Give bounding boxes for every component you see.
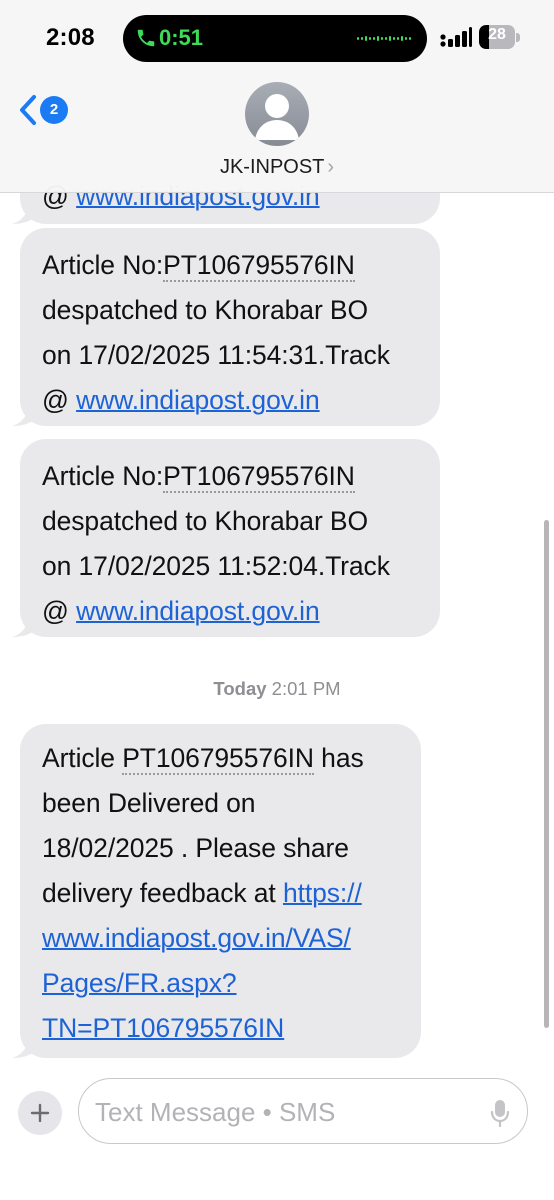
- bubble-tail: [12, 202, 36, 224]
- contact-name-button[interactable]: JK-INPOST ›: [0, 156, 554, 179]
- bubble-tail: [12, 404, 36, 426]
- message-line: delivery feedback at https://: [42, 871, 421, 916]
- scrollbar[interactable]: [544, 520, 549, 1028]
- article-number[interactable]: PT106795576IN: [122, 743, 314, 775]
- battery-nub: [516, 33, 520, 42]
- message-text-input[interactable]: [95, 1093, 475, 1131]
- message-text: Article No:: [42, 250, 164, 280]
- apps-plus-button[interactable]: [18, 1091, 62, 1135]
- status-bar: 2:08 0:51 28: [0, 0, 554, 76]
- status-time: 2:08: [46, 24, 95, 51]
- message-line: 18/02/2025 . Please share: [42, 833, 349, 863]
- phone-icon: [137, 29, 155, 47]
- battery-icon: 28: [479, 25, 521, 49]
- message-line: been Delivered on: [42, 788, 256, 818]
- dynamic-island[interactable]: 0:51: [123, 15, 427, 62]
- message-text: Article No:: [42, 461, 164, 491]
- chevron-right-icon: ›: [327, 156, 335, 178]
- waveform-icon: [357, 36, 411, 41]
- message-link[interactable]: www.indiapost.gov.in: [76, 385, 320, 415]
- message-bubble: Article No:PT106795576IN despatched to K…: [12, 228, 440, 426]
- message-link[interactable]: www.indiapost.gov.in: [76, 596, 320, 626]
- chevron-left-icon: [20, 95, 36, 125]
- contact-name: JK-INPOST: [219, 156, 325, 178]
- message-text: Article: [42, 743, 123, 773]
- timestamp-day: Today: [213, 678, 267, 699]
- message-line: on 17/02/2025 11:54:31.Track: [42, 340, 390, 370]
- message-line: @ www.indiapost.gov.in: [42, 589, 440, 634]
- battery-body: 28: [479, 25, 515, 49]
- feedback-link[interactable]: www.indiapost.gov.in/VAS/: [42, 916, 421, 961]
- call-timer: 0:51: [159, 25, 204, 50]
- message-input-field[interactable]: [78, 1078, 528, 1144]
- microphone-icon[interactable]: [490, 1099, 510, 1127]
- feedback-link[interactable]: https://: [283, 878, 362, 908]
- contact-avatar[interactable]: [245, 82, 309, 146]
- message-line: despatched to Khorabar BO: [42, 295, 369, 325]
- person-silhouette-icon: [255, 94, 299, 140]
- message-line: Article No:PT106795576IN: [42, 454, 440, 499]
- back-button[interactable]: 2: [18, 94, 78, 128]
- message-text: has: [313, 743, 364, 773]
- message-line: Article No:PT106795576IN: [42, 243, 440, 288]
- signal-icon: [440, 27, 472, 47]
- message-text: @: [42, 385, 77, 415]
- bubble-tail: [12, 615, 36, 637]
- article-number[interactable]: PT106795576IN: [163, 250, 355, 282]
- message-text: @: [42, 596, 77, 626]
- bubble-tail: [12, 1036, 36, 1058]
- message-timestamp: Today 2:01 PM: [0, 678, 554, 700]
- message-bubble-latest: Article PT106795576IN has been Delivered…: [12, 724, 421, 1058]
- battery-level: 28: [488, 26, 506, 43]
- unread-count-badge: 2: [40, 96, 68, 124]
- timestamp-time: 2:01 PM: [271, 678, 341, 699]
- feedback-link[interactable]: Pages/FR.aspx?: [42, 961, 421, 1006]
- feedback-link[interactable]: TN=PT106795576IN: [42, 1006, 421, 1051]
- message-line: @ www.indiapost.gov.in: [42, 378, 440, 423]
- plus-icon: [30, 1103, 50, 1123]
- messages-screen: @ www.indiapost.gov.in Article No:PT1067…: [0, 0, 554, 1200]
- message-line: on 17/02/2025 11:52:04.Track: [42, 551, 390, 581]
- message-line: despatched to Khorabar BO: [42, 506, 369, 536]
- message-bubble: Article No:PT106795576IN despatched to K…: [12, 439, 440, 637]
- message-line: Article PT106795576IN has: [42, 736, 421, 781]
- article-number[interactable]: PT106795576IN: [163, 461, 355, 493]
- message-text: delivery feedback at: [42, 878, 283, 908]
